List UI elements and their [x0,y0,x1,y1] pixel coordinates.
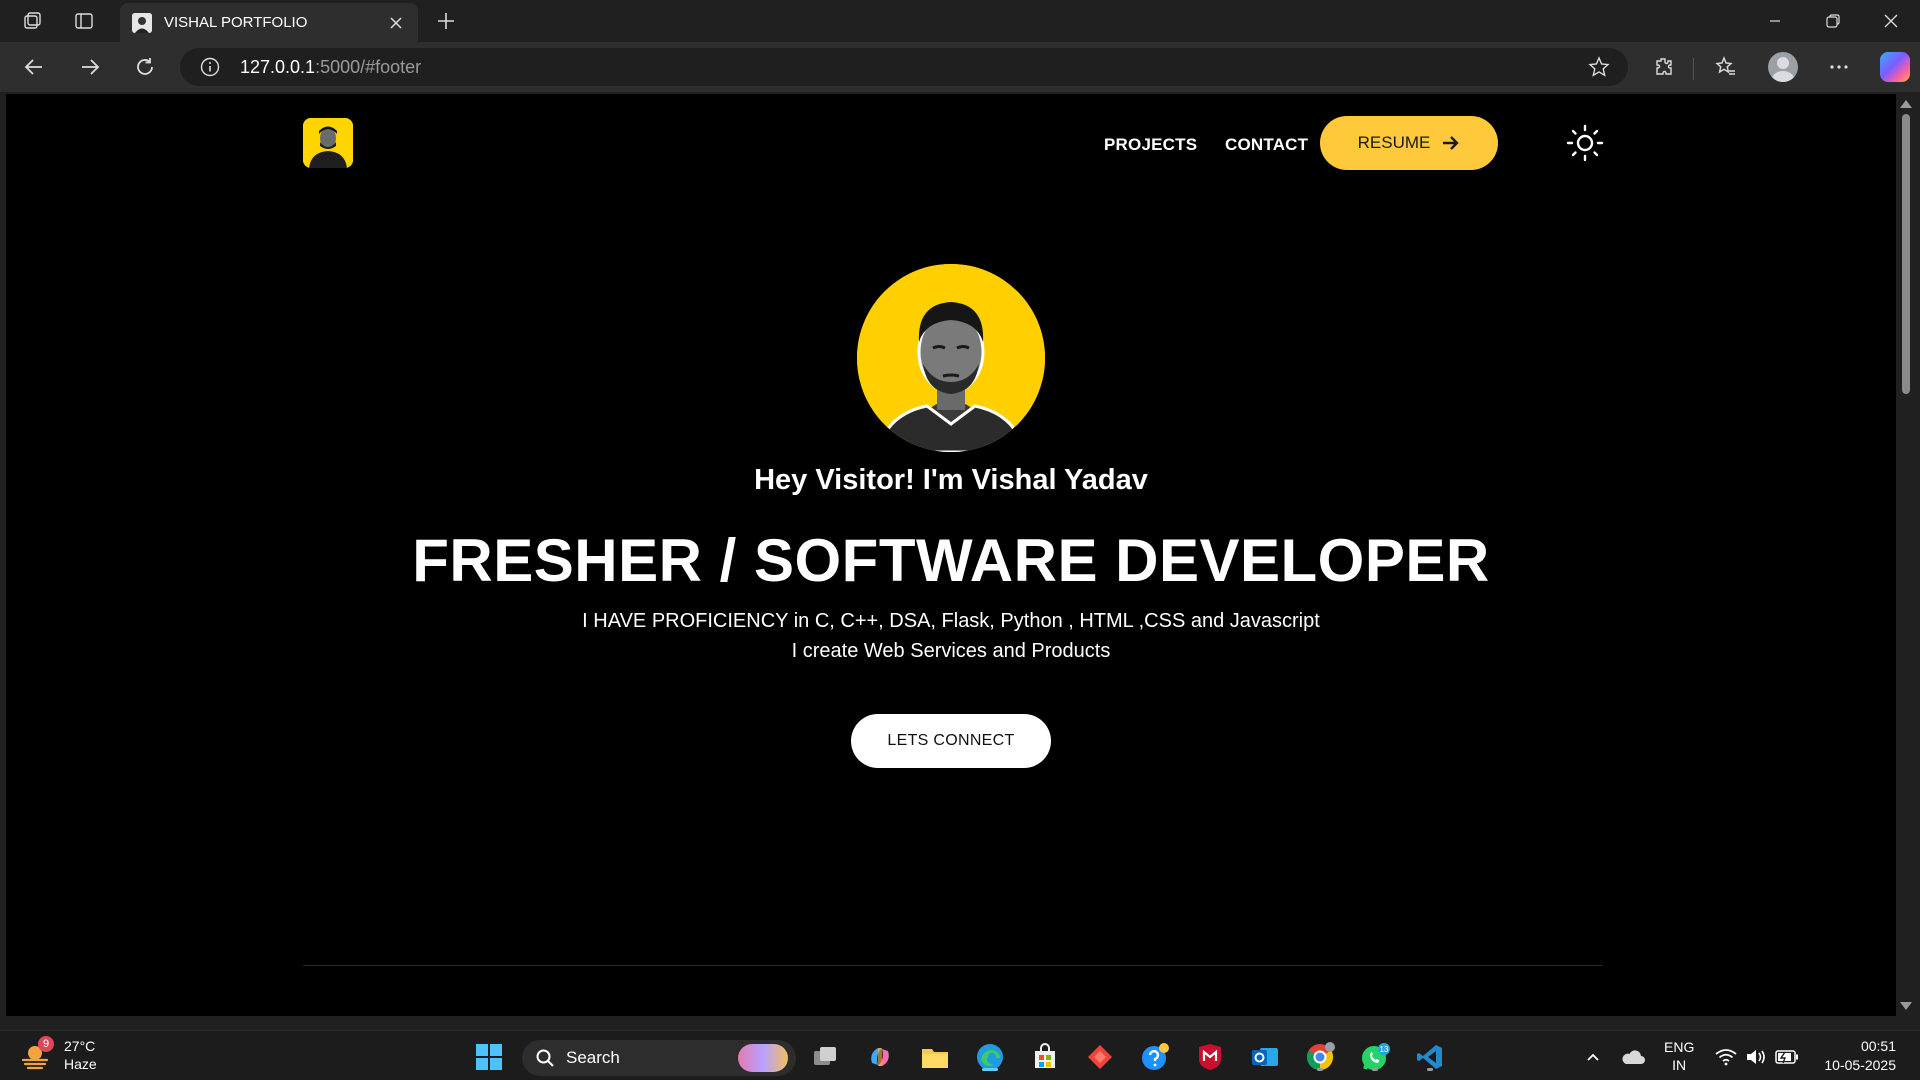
file-explorer-icon[interactable] [918,1040,952,1074]
wifi-icon[interactable] [1709,1040,1743,1074]
more-options-icon[interactable] [1821,51,1857,83]
get-help-icon[interactable] [1138,1040,1172,1074]
forward-arrow-icon [82,59,100,75]
weather-text: 27°C Haze [64,1037,97,1073]
profile-avatar-icon[interactable] [1768,52,1798,82]
show-hidden-icons-chevron-icon[interactable] [1576,1040,1610,1074]
scroll-thumb[interactable] [1902,114,1910,394]
mcafee-icon[interactable] [1193,1040,1227,1074]
forward-button[interactable] [72,51,108,83]
vscode-icon[interactable] [1413,1040,1447,1074]
region-code: IN [1672,1057,1687,1073]
tab-title: VISHAL PORTFOLIO [164,14,308,31]
running-app-indicator [1427,1068,1433,1071]
tab-vishal-portfolio[interactable]: VISHAL PORTFOLIO [120,3,418,42]
minimize-button[interactable] [1746,0,1804,42]
copilot-app-icon[interactable] [863,1040,897,1074]
task-view-icon[interactable] [808,1040,842,1074]
hero-headline: FRESHER / SOFTWARE DEVELOPER [412,527,1490,594]
back-arrow-icon [24,59,42,75]
logo-portrait-icon [303,118,353,168]
battery-icon[interactable] [1770,1040,1804,1074]
volume-icon[interactable] [1739,1040,1773,1074]
new-tab-button[interactable] [430,6,462,36]
restore-button[interactable] [1804,0,1862,42]
microsoft-store-icon[interactable] [1028,1040,1062,1074]
edge-browser-icon[interactable] [973,1040,1007,1074]
chrome-icon[interactable] [1303,1040,1337,1074]
weather-condition: Haze [64,1056,97,1072]
theme-toggle-button[interactable] [1566,124,1604,162]
system-clock[interactable]: 00:51 10-05-2025 [1824,1037,1896,1075]
profile-photo [857,264,1045,452]
tab-favicon-icon [132,12,152,33]
weather-widget[interactable]: 9 27°C Haze [20,1036,97,1073]
scroll-down-icon[interactable] [1900,1002,1912,1010]
copilot-icon[interactable] [1880,52,1910,82]
portrait-image [857,264,1045,452]
windows-logo-icon [476,1044,502,1070]
resume-label: RESUME [1357,133,1431,152]
outlook-icon[interactable] [1248,1040,1282,1074]
hero-skills-text: I HAVE PROFICIENCY in C, C++, DSA, Flask… [582,610,1320,632]
page-scrollbar[interactable] [1896,94,1916,1016]
lets-connect-button[interactable]: LETS CONNECT [851,714,1051,768]
tab-actions-icon[interactable] [66,6,102,36]
hero-greeting: Hey Visitor! I'm Vishal Yadav [754,464,1148,496]
sun-icon [1566,124,1604,162]
start-button[interactable] [472,1040,506,1074]
page-viewport: PROJECTS CONTACT RESUME Hey Visitor! I'm… [6,94,1896,1016]
search-label: Search [566,1048,620,1067]
address-bar[interactable]: 127.0.0.1:5000/#footer [180,48,1628,86]
favorite-star-icon[interactable] [1588,56,1610,78]
windows-taskbar: 9 27°C Haze Search 13 ENG IN 00:51 10-05… [0,1030,1920,1080]
browser-toolbar: 127.0.0.1:5000/#footer [0,42,1920,92]
nav-projects-link[interactable]: PROJECTS [1104,135,1197,155]
anydesk-icon[interactable] [1083,1040,1117,1074]
favorites-icon[interactable] [1708,51,1744,83]
haze-weather-icon: 9 [20,1036,54,1070]
toolbar-separator [1693,58,1694,80]
arrow-right-icon [1443,136,1460,150]
language-code: ENG [1664,1039,1695,1055]
plus-icon [438,13,454,29]
search-highlight-icon [738,1044,788,1072]
footer-divider [303,965,1603,966]
browser-tab-bar: VISHAL PORTFOLIO [0,0,1920,42]
language-indicator[interactable]: ENG IN [1664,1038,1694,1074]
hero-tagline-text: I create Web Services and Products [791,640,1111,662]
onedrive-cloud-icon[interactable] [1616,1040,1650,1074]
search-icon [536,1049,554,1067]
address-url: 127.0.0.1:5000/#footer [240,56,422,77]
running-app-indicator [1317,1068,1323,1071]
scroll-up-icon[interactable] [1900,100,1912,108]
site-info-icon [200,57,220,77]
active-app-indicator [982,1068,998,1071]
close-window-button[interactable] [1862,0,1920,42]
refresh-icon [137,58,153,75]
running-app-indicator [1372,1068,1378,1071]
weather-badge: 9 [38,1036,54,1052]
whatsapp-icon[interactable]: 13 [1358,1040,1392,1074]
workspaces-icon[interactable] [14,6,50,36]
taskbar-search[interactable]: Search [522,1040,796,1076]
clock-time: 00:51 [1860,1038,1896,1054]
back-button[interactable] [16,51,52,83]
clock-date: 10-05-2025 [1824,1057,1896,1073]
resume-button[interactable]: RESUME [1320,116,1498,170]
nav-contact-link[interactable]: CONTACT [1225,135,1308,155]
extensions-icon[interactable] [1646,51,1682,83]
whatsapp-badge: 13 [1380,1045,1389,1054]
site-logo[interactable] [303,118,353,168]
weather-temperature: 27°C [64,1038,96,1054]
tab-close-icon[interactable] [386,13,406,33]
refresh-button[interactable] [127,51,163,83]
